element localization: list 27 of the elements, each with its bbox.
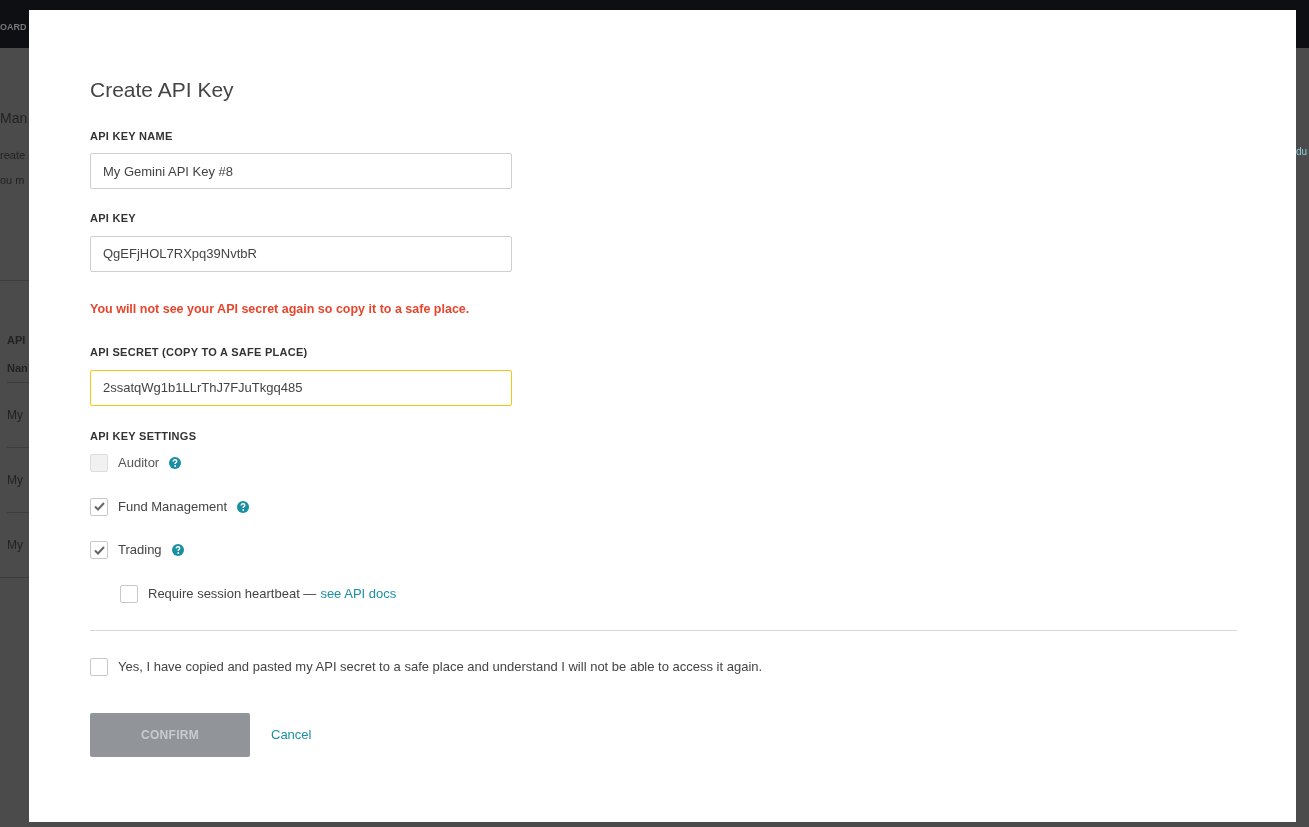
checkbox[interactable] xyxy=(90,497,108,516)
text-field[interactable]: QgEFjHOL7RXpq39NvtbR xyxy=(90,235,512,272)
help-icon[interactable] xyxy=(169,457,182,469)
description-text: du xyxy=(1296,145,1309,159)
checkmark-icon xyxy=(93,545,105,555)
field-label: API KEY xyxy=(90,211,137,226)
checkbox-label: Yes, I have copied and pasted my API secret to a safe place and understand I will not be able to access it again. xyxy=(118,658,763,677)
cancel-link[interactable]: Cancel xyxy=(271,725,312,745)
text-field[interactable]: My Gemini API Key #8 xyxy=(90,153,512,189)
checkbox-label: Fund Management xyxy=(118,497,228,516)
checkbox[interactable] xyxy=(120,584,138,603)
dialog-title: Create API Key xyxy=(90,77,235,103)
checkmark-icon xyxy=(93,502,105,511)
checkbox[interactable] xyxy=(90,658,108,676)
checkbox[interactable] xyxy=(90,541,108,559)
help-icon[interactable] xyxy=(171,544,184,556)
help-icon[interactable] xyxy=(237,500,250,513)
warning-text: You will not see your API secret again so copy it to a safe place. xyxy=(90,300,471,318)
field-label: API SECRET (COPY TO A SAFE PLACE) xyxy=(90,345,309,361)
nav-link[interactable]: OARD xyxy=(0,21,27,35)
checkbox-label: Trading xyxy=(118,541,162,560)
settings-label: API KEY SETTINGS xyxy=(90,428,198,444)
checkbox-label: Auditor xyxy=(118,454,160,473)
text-field[interactable]: 2ssatqWg1b1LLrThJ7FJuTkgq485 xyxy=(90,369,512,406)
checkbox-label: Require session heartbeat — xyxy=(148,584,317,603)
docs-link[interactable]: see API docs xyxy=(320,583,397,604)
field-label: API KEY NAME xyxy=(90,128,174,144)
